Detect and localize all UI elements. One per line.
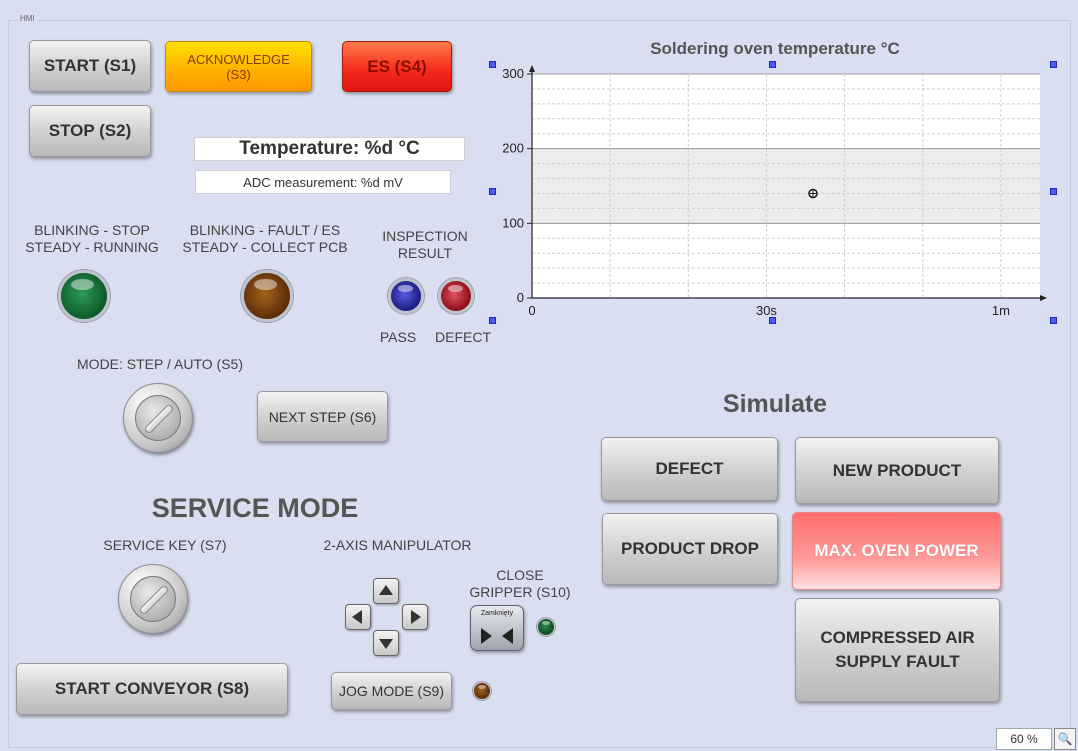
chart-resize-handle[interactable] <box>489 317 496 324</box>
adc-measurement-display: ADC measurement: %d mV <box>195 170 451 194</box>
jog-mode-indicator-lamp <box>473 682 491 700</box>
chart-x-arrow <box>1040 295 1047 301</box>
fault-indicator-lamp <box>241 270 293 322</box>
simulate-defect-button[interactable]: DEFECT <box>601 437 778 501</box>
defect-indicator-lamp <box>438 278 474 314</box>
mode-label: MODE: STEP / AUTO (S5) <box>77 356 243 372</box>
hmi-label: HMI <box>18 14 37 23</box>
run-indicator-lamp <box>58 270 110 322</box>
lamp-run-label: BLINKING - STOP STEADY - RUNNING <box>25 222 159 255</box>
manipulator-left-button[interactable] <box>345 604 371 630</box>
chart-x-tick-label: 1m <box>992 303 1010 318</box>
chart-x-tick-label: 30s <box>756 303 777 318</box>
start-conveyor-button[interactable]: START CONVEYOR (S8) <box>16 663 288 715</box>
manipulator-down-button[interactable] <box>373 630 399 656</box>
acknowledge-button[interactable]: ACKNOWLEDGE (S3) <box>165 41 312 92</box>
temperature-chart: 0 100 200 300 0 30s 1m <box>492 60 1062 325</box>
gripper-indicator-lamp <box>537 618 555 636</box>
chart-title: Soldering oven temperature °C <box>650 39 900 58</box>
gripper-arrow-right-icon <box>481 628 492 644</box>
defect-label: DEFECT <box>435 329 491 345</box>
chart-x-tick-label: 0 <box>528 303 535 318</box>
inspection-result-label: INSPECTION RESULT <box>382 228 468 261</box>
chart-resize-handle[interactable] <box>769 317 776 324</box>
service-mode-heading: SERVICE MODE <box>151 493 359 523</box>
chart-resize-handle[interactable] <box>489 61 496 68</box>
service-key-knob[interactable] <box>118 564 188 634</box>
chart-resize-handle[interactable] <box>489 188 496 195</box>
temperature-chart-svg: 0 100 200 300 0 30s 1m <box>502 65 1047 318</box>
chart-resize-handle[interactable] <box>1050 317 1057 324</box>
emergency-stop-button[interactable]: ES (S4) <box>342 41 452 92</box>
simulate-heading: Simulate <box>722 390 828 418</box>
arrow-up-icon <box>379 585 393 595</box>
start-button[interactable]: START (S1) <box>29 40 151 92</box>
chart-resize-handle[interactable] <box>769 61 776 68</box>
manipulator-label: 2-AXIS MANIPULATOR <box>323 537 472 553</box>
chart-y-tick-label: 0 <box>517 290 524 305</box>
chart-y-arrow <box>529 65 535 72</box>
stop-button[interactable]: STOP (S2) <box>29 105 151 157</box>
arrow-down-icon <box>379 639 393 649</box>
pass-label: PASS <box>379 329 417 345</box>
close-gripper-button[interactable]: Zamknięty <box>470 605 524 651</box>
chart-band <box>532 148 1040 224</box>
mode-selector-knob[interactable] <box>123 383 193 453</box>
lamp-fault-label: BLINKING - FAULT / ES STEADY - COLLECT P… <box>182 222 348 255</box>
gripper-arrow-left-icon <box>502 628 513 644</box>
jog-mode-button[interactable]: JOG MODE (S9) <box>331 672 452 710</box>
chart-resize-handle[interactable] <box>1050 188 1057 195</box>
temperature-display: Temperature: %d °C <box>194 137 465 161</box>
arrow-right-icon <box>411 610 421 624</box>
chart-resize-handle[interactable] <box>1050 61 1057 68</box>
simulate-product-drop-button[interactable]: PRODUCT DROP <box>602 513 778 585</box>
chart-y-tick-label: 200 <box>502 141 524 156</box>
gripper-caption: Zamknięty <box>480 610 514 617</box>
arrow-left-icon <box>352 610 362 624</box>
zoom-level: 60 % <box>996 728 1052 750</box>
pass-indicator-lamp <box>388 278 424 314</box>
chart-y-tick-label: 300 <box>502 66 524 81</box>
chart-y-tick-label: 100 <box>502 215 524 230</box>
manipulator-up-button[interactable] <box>373 578 399 604</box>
service-key-label: SERVICE KEY (S7) <box>103 537 227 553</box>
next-step-button[interactable]: NEXT STEP (S6) <box>257 391 388 442</box>
zoom-icon[interactable]: 🔍 <box>1054 728 1076 750</box>
simulate-max-oven-power-button[interactable]: MAX. OVEN POWER <box>792 512 1001 590</box>
manipulator-right-button[interactable] <box>402 604 428 630</box>
close-gripper-label: CLOSE GRIPPER (S10) <box>469 567 571 600</box>
simulate-new-product-button[interactable]: NEW PRODUCT <box>795 437 999 504</box>
simulate-compressed-air-fault-button[interactable]: COMPRESSED AIR SUPPLY FAULT <box>795 598 1000 702</box>
